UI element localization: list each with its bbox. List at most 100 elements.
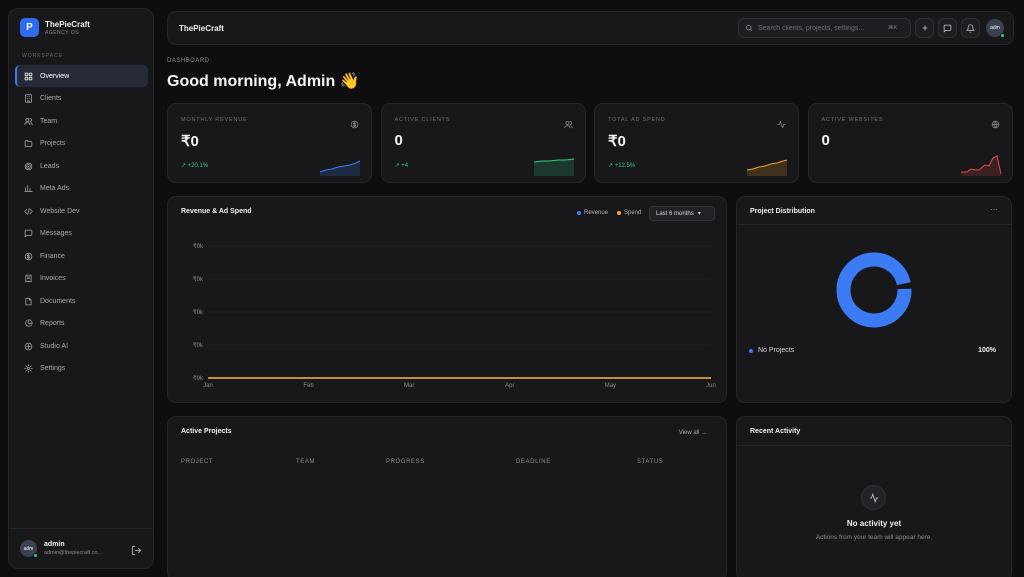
online-status-dot: [33, 553, 38, 558]
stat-delta: ↗ +12.5%: [608, 163, 636, 169]
feedback-button[interactable]: [938, 18, 957, 38]
notifications-button[interactable]: [961, 18, 980, 38]
stat-label: ACTIVE WEBSITES: [821, 117, 884, 123]
search-shortcut: ⌘K: [888, 25, 898, 31]
stat-delta: ↗ +20.1%: [181, 163, 209, 169]
stat-label: ACTIVE CLIENTS: [394, 117, 451, 123]
gear-icon: [24, 364, 33, 373]
users-icon: [563, 116, 573, 134]
revenue-chart-panel: Revenue & Ad Spend Revenue Spend Last 6 …: [167, 196, 727, 403]
sidebar-item-team[interactable]: Team: [15, 110, 148, 132]
sidebar-item-invoices[interactable]: Invoices: [15, 268, 148, 290]
sidebar-item-label: Meta Ads: [40, 185, 70, 192]
x-tick-label: Apr: [505, 383, 514, 389]
x-tick-label: Feb: [303, 383, 314, 389]
sidebar-item-overview[interactable]: Overview: [15, 65, 148, 87]
sidebar-item-projects[interactable]: Projects: [15, 133, 148, 155]
column-header-progress[interactable]: PROGRESS: [386, 459, 425, 465]
add-button[interactable]: [915, 18, 934, 38]
sidebar-item-clients[interactable]: Clients: [15, 88, 148, 110]
sparkline: [746, 159, 788, 176]
users-icon: [24, 117, 33, 126]
sidebar-item-studio-ai[interactable]: Studio AI: [15, 335, 148, 357]
view-all-link[interactable]: View all →: [679, 430, 707, 436]
code-icon: [24, 207, 33, 216]
stat-value: 0: [394, 132, 403, 149]
avatar-text: adm: [990, 25, 1000, 31]
avatar[interactable]: adm: [20, 540, 38, 558]
search-input[interactable]: [758, 24, 883, 32]
sidebar-item-website-dev[interactable]: Website Dev: [15, 200, 148, 222]
divider: [737, 445, 1011, 446]
stat-value: ₹0: [608, 133, 626, 150]
receipt-icon: [24, 274, 33, 283]
greeting-text: Good morning, Admin: [167, 73, 336, 90]
user-email: admin@thepiecraft.co...: [44, 550, 103, 556]
y-tick-label: ₹0k: [193, 375, 204, 382]
topbar: ThePieCraft ⌘K adm: [167, 11, 1014, 45]
donut-legend: No Projects: [749, 347, 794, 354]
sidebar-item-label: Documents: [40, 297, 76, 305]
sidebar-item-label: Projects: [40, 140, 66, 147]
sidebar-item-settings[interactable]: Settings: [15, 358, 148, 380]
donut-legend-label: No Projects: [758, 347, 795, 354]
brand[interactable]: P ThePieCraft AGENCY OS: [20, 18, 90, 37]
y-tick-label: ₹0k: [193, 342, 204, 349]
revenue-line-chart: ₹0k₹0k₹0k₹0k₹0kJan Feb Mar Apr May Jun: [193, 243, 716, 389]
sparkline: [319, 160, 361, 176]
distribution-panel: Project Distribution ··· No Projects 100…: [736, 196, 1012, 403]
column-header-project[interactable]: PROJECT: [181, 459, 213, 465]
top-avatar[interactable]: adm: [986, 19, 1005, 38]
sparkline: [533, 158, 574, 176]
page-title: Good morning, Admin 👋: [167, 71, 360, 91]
bell-icon: [966, 23, 975, 33]
sidebar-item-messages[interactable]: Messages: [15, 223, 148, 245]
sidebar-item-label: Reports: [40, 320, 65, 327]
stat-label: MONTHLY REVENUE: [181, 117, 248, 123]
sidebar-item-label: Clients: [40, 95, 62, 102]
stat-card-total-ad-spend[interactable]: TOTAL AD SPEND ₹0 ↗ +12.5%: [594, 103, 799, 183]
stat-value: 0: [821, 132, 830, 149]
sidebar-item-label: Overview: [40, 72, 70, 80]
view-all-label: View all: [678, 430, 700, 436]
folder-icon: [24, 139, 33, 148]
online-status-dot: [1000, 33, 1005, 38]
sidebar-item-leads[interactable]: Leads: [15, 155, 148, 177]
active-projects-panel: Active Projects View all → PROJECT TEAM …: [167, 416, 727, 577]
y-tick-label: ₹0k: [193, 243, 204, 250]
user-name: admin: [44, 541, 65, 548]
sidebar-item-label: Invoices: [40, 275, 66, 282]
legend-dot: [749, 348, 753, 353]
active-projects-title: Active Projects: [181, 428, 232, 435]
sidebar-user[interactable]: adm admin admin@thepiecraft.co...: [9, 528, 153, 568]
empty-state-title: No activity yet: [846, 519, 902, 528]
donut-slice-no-projects: [836, 252, 912, 328]
sparkle-icon: [24, 342, 33, 351]
stat-card-monthly-revenue[interactable]: MONTHLY REVENUE ₹0 ↗ +20.1%: [167, 103, 372, 183]
sidebar-item-documents[interactable]: Documents: [15, 290, 148, 312]
sidebar-item-reports[interactable]: Reports: [15, 313, 148, 335]
sidebar-item-label: Leads: [40, 162, 60, 170]
stat-card-active-websites[interactable]: ACTIVE WEBSITES 0: [807, 103, 1013, 183]
stat-label: TOTAL AD SPEND: [608, 117, 666, 123]
plus-icon: [922, 25, 927, 31]
search-icon: [745, 19, 753, 37]
avatar-text: adm: [23, 545, 34, 552]
wave-emoji: 👋: [339, 73, 360, 90]
sidebar-nav: Overview Clients Team Projects Leads Meta Ads…: [15, 65, 148, 380]
column-header-status[interactable]: STATUS: [637, 459, 663, 465]
sidebar-item-finance[interactable]: Finance: [15, 245, 148, 267]
donut-legend-pct: 100%: [978, 347, 996, 354]
sidebar: P ThePieCraft AGENCY OS WORKSPACE Overvi…: [8, 8, 154, 569]
column-header-team[interactable]: TEAM: [296, 459, 315, 465]
stat-card-active-clients[interactable]: ACTIVE CLIENTS 0 ↗ +4: [380, 103, 586, 183]
brand-logo: P: [20, 18, 39, 37]
grid-icon: [24, 72, 33, 81]
recent-activity-panel: Recent Activity No activity yet Actions …: [736, 416, 1012, 577]
search-box[interactable]: ⌘K: [738, 18, 911, 38]
sidebar-item-label: Website Dev: [40, 207, 80, 215]
sidebar-item-meta-ads[interactable]: Meta Ads: [15, 178, 148, 200]
column-header-deadline[interactable]: DEADLINE: [516, 459, 551, 465]
logout-icon[interactable]: [131, 543, 142, 561]
x-tick-label: Jan: [203, 383, 213, 389]
